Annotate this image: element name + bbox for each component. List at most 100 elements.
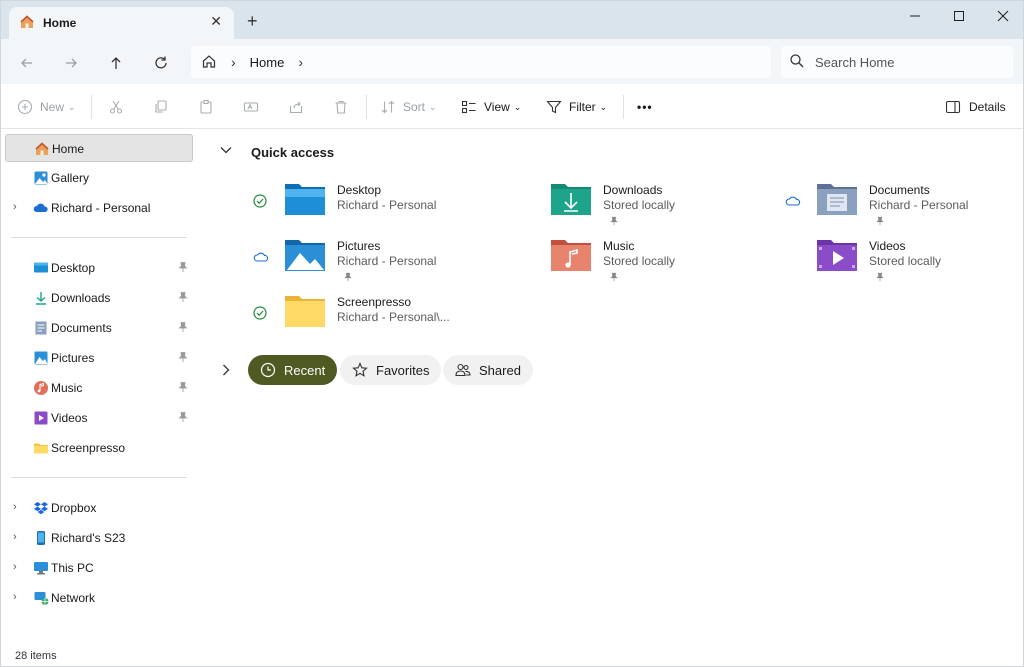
sidebar-item-phone[interactable]: › Richard's S23 xyxy=(5,524,193,552)
sidebar-item-label: Documents xyxy=(51,321,112,335)
pin-icon xyxy=(609,271,619,285)
status-bar: 28 items xyxy=(1,644,1023,666)
sidebar-item-label: Music xyxy=(51,381,83,395)
new-button[interactable]: New ⌄ xyxy=(17,97,76,117)
phone-icon xyxy=(33,530,49,546)
people-icon xyxy=(455,363,471,377)
rename-button[interactable] xyxy=(243,97,259,117)
chevron-right-icon[interactable]: › xyxy=(13,561,17,573)
sort-button[interactable]: Sort ⌄ xyxy=(380,97,437,117)
sidebar-item-home[interactable]: Home xyxy=(5,134,193,162)
navigation-pane: Home Gallery › Richard - Personal Deskto… xyxy=(1,129,196,644)
breadcrumb[interactable]: › Home › xyxy=(191,46,771,78)
quick-access-item-documents[interactable]: Documents Richard - Personal xyxy=(785,181,1023,231)
tab-shared[interactable]: Shared xyxy=(443,355,533,385)
pin-icon[interactable] xyxy=(177,411,189,426)
share-button[interactable] xyxy=(288,97,304,117)
refresh-button[interactable] xyxy=(149,51,173,75)
back-button[interactable] xyxy=(15,51,39,75)
breadcrumb-home[interactable]: Home xyxy=(250,55,285,70)
expand-recent-button[interactable] xyxy=(219,363,233,380)
copy-button[interactable] xyxy=(153,97,169,117)
synced-check-icon xyxy=(253,194,267,208)
search-input[interactable]: Search Home xyxy=(781,46,1013,78)
sidebar-item-label: Desktop xyxy=(51,261,96,275)
paste-button[interactable] xyxy=(198,97,214,117)
pin-icon xyxy=(343,271,353,285)
scissors-icon xyxy=(109,100,123,114)
quick-access-item-music[interactable]: Music Stored locally xyxy=(519,237,779,287)
pictures-folder-icon xyxy=(283,237,327,273)
sidebar-item-onedrive[interactable]: › Richard - Personal xyxy=(5,194,193,222)
item-location: Stored locally xyxy=(603,198,676,212)
quick-access-item-pictures[interactable]: Pictures Richard - Personal xyxy=(253,237,513,287)
sidebar-item-videos[interactable]: Videos xyxy=(5,404,193,432)
sidebar-item-pictures[interactable]: Pictures xyxy=(5,344,193,372)
close-window-button[interactable] xyxy=(983,5,1023,27)
home-icon xyxy=(34,141,50,157)
chevron-right-icon[interactable]: › xyxy=(13,531,17,543)
sidebar-item-network[interactable]: › Network xyxy=(5,584,193,612)
forward-button[interactable] xyxy=(59,51,83,75)
pin-icon[interactable] xyxy=(177,351,189,366)
sidebar-item-label: Gallery xyxy=(51,171,90,185)
home-outline-icon[interactable] xyxy=(201,53,217,72)
chevron-right-icon[interactable]: › xyxy=(298,54,303,70)
item-location: Richard - Personal xyxy=(869,198,969,212)
videos-folder-icon xyxy=(815,237,859,273)
chevron-right-icon[interactable]: › xyxy=(231,54,236,70)
new-tab-button[interactable]: + xyxy=(247,11,258,32)
tab-favorites[interactable]: Favorites xyxy=(340,355,442,385)
divider xyxy=(623,95,624,119)
details-button[interactable]: Details xyxy=(945,97,1006,117)
cut-button[interactable] xyxy=(108,97,124,117)
rename-icon xyxy=(243,102,259,112)
divider xyxy=(11,237,187,238)
quick-access-item-videos[interactable]: Videos Stored locally xyxy=(785,237,1023,287)
downloads-icon xyxy=(33,290,49,306)
tab-home[interactable]: Home ✕ xyxy=(9,7,234,39)
pin-icon[interactable] xyxy=(177,261,189,276)
chevron-right-icon[interactable]: › xyxy=(13,201,17,213)
pin-icon xyxy=(875,215,885,229)
sidebar-item-desktop[interactable]: Desktop xyxy=(5,254,193,282)
pin-icon[interactable] xyxy=(177,291,189,306)
sidebar-item-gallery[interactable]: Gallery xyxy=(5,164,193,192)
tab-recent[interactable]: Recent xyxy=(248,355,338,385)
maximize-button[interactable] xyxy=(939,5,979,27)
sidebar-item-music[interactable]: Music xyxy=(5,374,193,402)
quick-access-item-screenpresso[interactable]: Screenpresso Richard - Personal\... xyxy=(253,293,513,343)
star-icon xyxy=(352,362,368,377)
minimize-button[interactable] xyxy=(895,5,935,27)
delete-button[interactable] xyxy=(333,97,349,117)
up-button[interactable] xyxy=(104,51,128,75)
refresh-icon xyxy=(155,56,167,69)
pin-icon[interactable] xyxy=(177,321,189,336)
tab-close-button[interactable]: ✕ xyxy=(210,13,222,30)
sidebar-item-documents[interactable]: Documents xyxy=(5,314,193,342)
sidebar-item-label: Pictures xyxy=(51,351,95,365)
filter-button[interactable]: Filter ⌄ xyxy=(546,97,607,117)
view-button[interactable]: View ⌄ xyxy=(461,97,521,117)
sidebar-item-screenpresso[interactable]: Screenpresso xyxy=(5,434,193,462)
title-bar: Home ✕ + xyxy=(1,1,1023,39)
pin-icon[interactable] xyxy=(177,381,189,396)
item-location: Richard - Personal\... xyxy=(337,310,450,324)
divider xyxy=(366,95,367,119)
chevron-right-icon[interactable]: › xyxy=(13,591,17,603)
sidebar-item-dropbox[interactable]: › Dropbox xyxy=(5,494,193,522)
sidebar-item-downloads[interactable]: Downloads xyxy=(5,284,193,312)
share-icon xyxy=(289,101,303,114)
quick-access-item-desktop[interactable]: Desktop Richard - Personal xyxy=(253,181,513,231)
collapse-quick-access-button[interactable] xyxy=(219,143,233,160)
quick-access-item-downloads[interactable]: Downloads Stored locally xyxy=(519,181,779,231)
sort-icon xyxy=(381,100,395,114)
chevron-right-icon[interactable]: › xyxy=(13,501,17,513)
divider xyxy=(11,477,187,478)
sidebar-item-this-pc[interactable]: › This PC xyxy=(5,554,193,582)
more-options-button[interactable]: ••• xyxy=(637,97,653,117)
network-icon xyxy=(33,590,49,606)
clock-icon xyxy=(260,362,276,378)
chevron-down-icon xyxy=(220,147,232,154)
chevron-down-icon: ⌄ xyxy=(68,101,76,112)
